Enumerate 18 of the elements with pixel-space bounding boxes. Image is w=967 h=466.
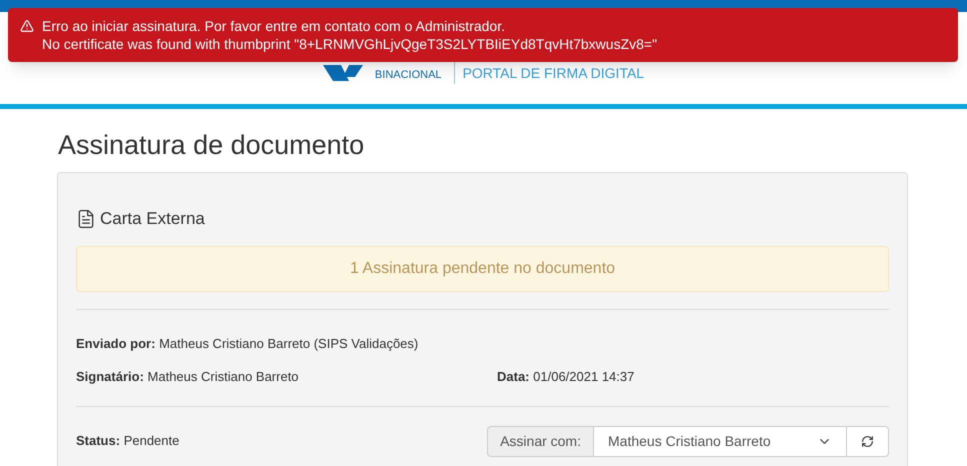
sign-with-label: Assinar com: xyxy=(487,426,594,456)
warning-icon xyxy=(20,19,34,33)
portal-title: PORTAL DE FIRMA DIGITAL xyxy=(462,64,644,83)
pending-alert: 1 Assinatura pendente no documento xyxy=(76,246,889,292)
status-text: Status: Pendente xyxy=(76,432,180,450)
toast-message: No certificate was found with thumbprint "8+LRNMVGhLjvQgeT3S2LYTBIiEYd8TqvHt7bxwusZv8=" xyxy=(42,35,658,53)
page-title: Assinatura de documento xyxy=(58,129,366,162)
logo-icon xyxy=(322,65,363,81)
refresh-button[interactable] xyxy=(846,426,889,456)
logo-subtitle: BINACIONAL xyxy=(374,68,442,82)
refresh-icon xyxy=(861,434,874,448)
date-text: Data: 01/06/2021 14:37 xyxy=(497,368,634,386)
certificate-select[interactable]: Matheus Cristiano Barreto xyxy=(594,426,846,456)
document-name: Carta Externa xyxy=(100,208,205,230)
sender-text: Enviado por: Matheus Cristiano Barreto (SIPS Validações) xyxy=(76,336,418,350)
toast-title: Erro ao iniciar assinatura. Por favor entre em contato com o Administrador. xyxy=(42,17,506,35)
document-icon xyxy=(76,208,96,229)
signer-text: Signatário: Matheus Cristiano Barreto xyxy=(76,368,300,386)
